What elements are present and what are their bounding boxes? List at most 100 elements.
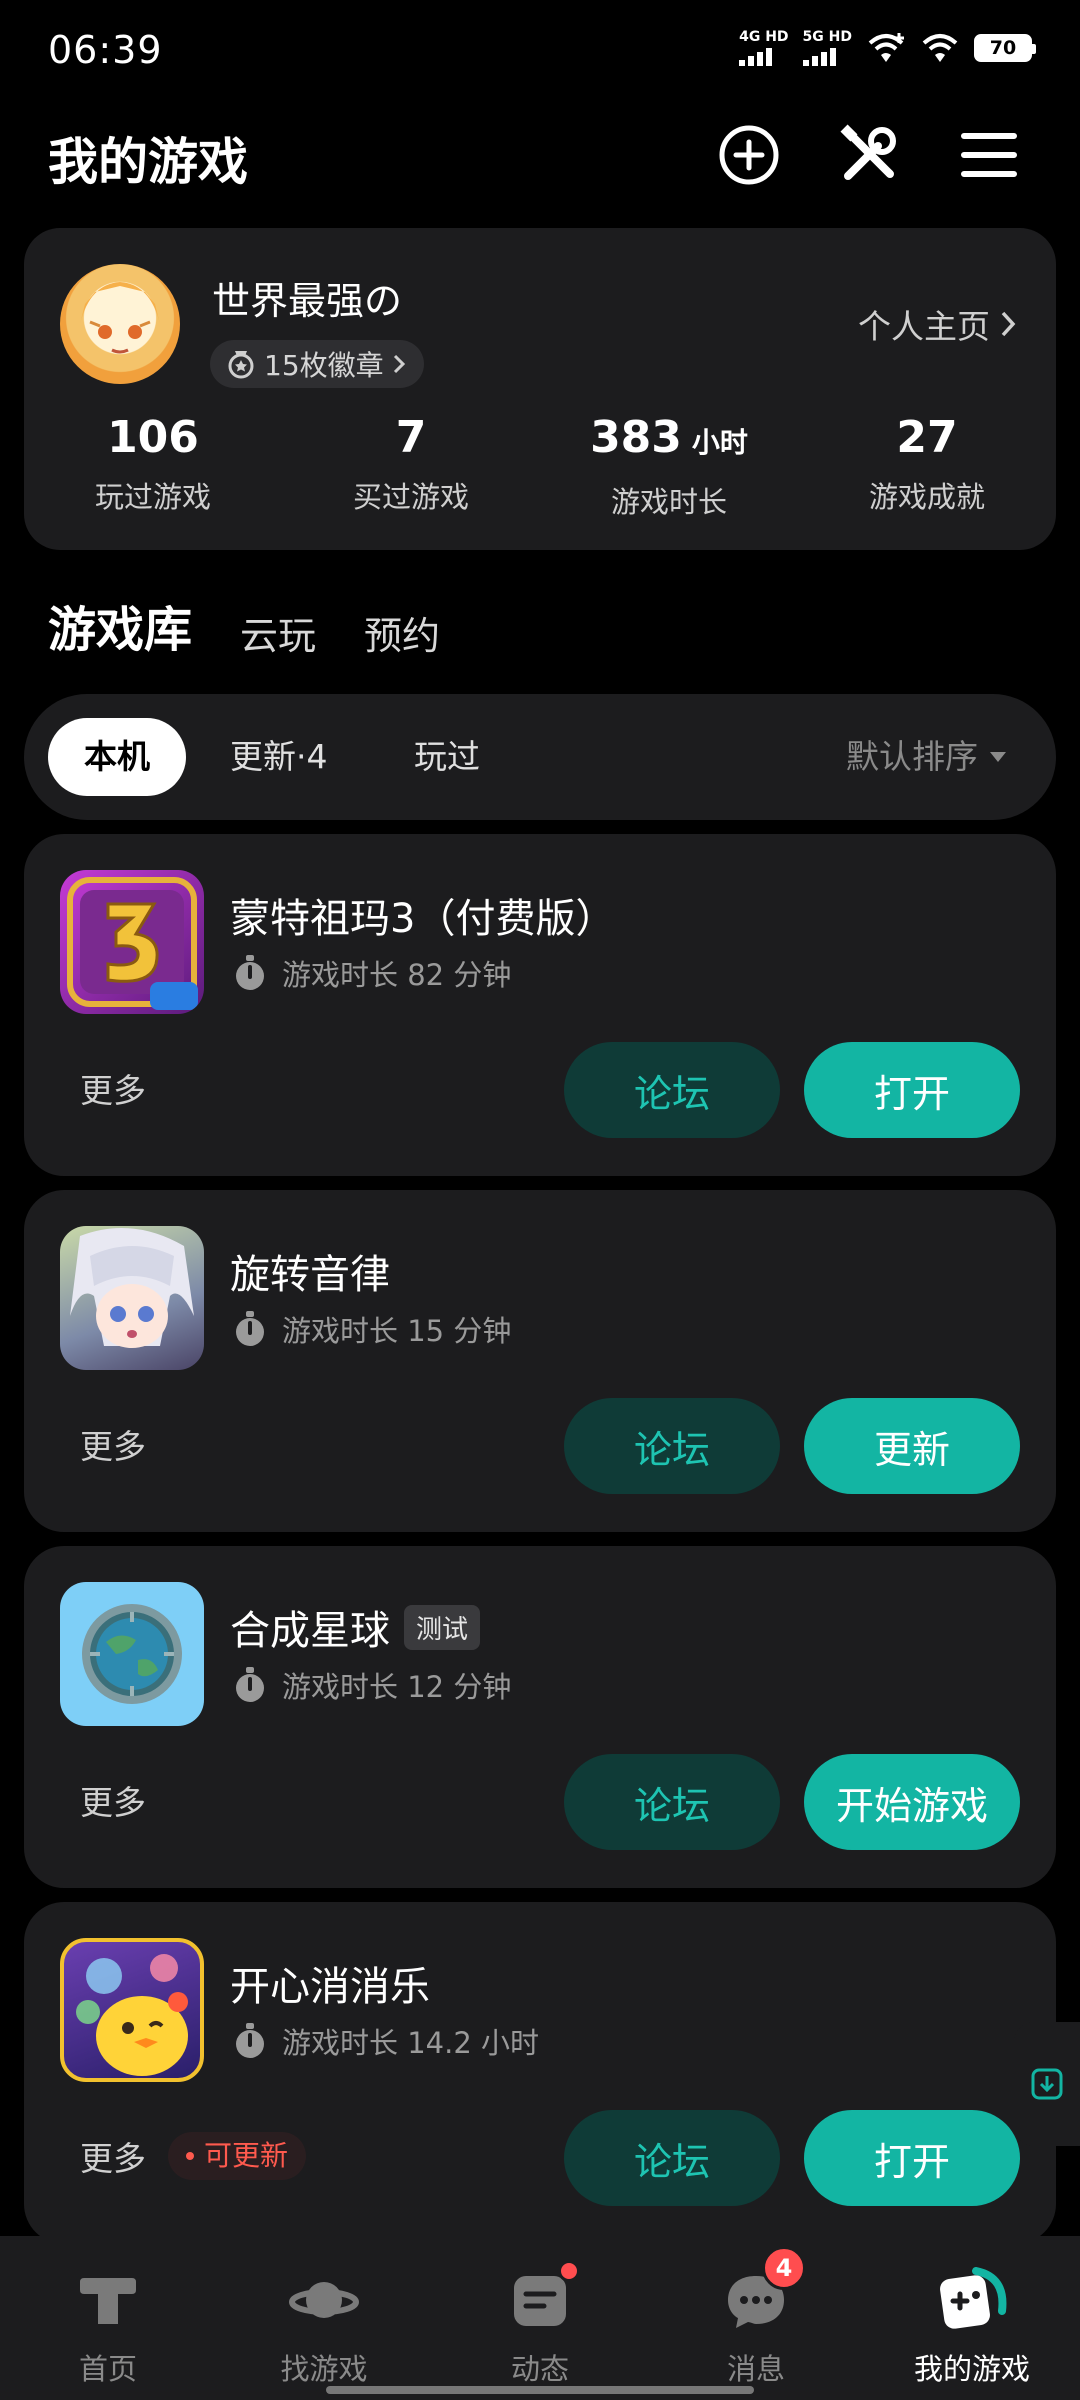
more-label: 更多 xyxy=(80,1071,146,1110)
battery-icon: 70 xyxy=(974,34,1036,62)
net-label-2: 5G HD xyxy=(802,29,852,45)
tab-cloud-play[interactable]: 云玩 xyxy=(240,605,316,660)
stopwatch-icon xyxy=(236,955,264,990)
add-circle-icon[interactable] xyxy=(714,120,784,190)
stat-value: 383 xyxy=(590,412,682,463)
more-label: 更多 xyxy=(80,1427,146,1466)
filter-updates[interactable]: 更新·4 xyxy=(230,718,328,796)
tools-icon[interactable] xyxy=(834,120,904,190)
open-button[interactable]: 打开 xyxy=(804,2110,1020,2206)
more-button[interactable]: 更多 xyxy=(80,1420,146,1468)
playtime-label: 游戏时长 82 分钟 xyxy=(282,958,512,992)
tab-reservations[interactable]: 预约 xyxy=(364,605,440,660)
game-icon-happy-elimination[interactable] xyxy=(60,1938,204,2082)
username: 世界最强の xyxy=(212,279,403,323)
personal-homepage-link[interactable]: 个人主页 xyxy=(858,300,1016,348)
home-icon xyxy=(72,2264,144,2336)
notification-dot xyxy=(558,2260,580,2282)
status-bar: 06:39 4G HD 5G HD 70 xyxy=(0,0,1080,100)
nav-messages[interactable]: 4 消息 xyxy=(648,2236,864,2400)
game-playtime: 游戏时长 14.2 小时 xyxy=(232,2020,539,2062)
test-tag: 测试 xyxy=(404,1604,481,1650)
gamepad-icon xyxy=(936,2264,1008,2336)
more-label: 更多 xyxy=(80,1783,146,1822)
game-name: 蒙特祖玛3（付费版） xyxy=(230,896,616,942)
stat-achievements[interactable]: 27 游戏成就 xyxy=(798,410,1056,521)
game-card[interactable]: 旋转音律 游戏时长 15 分钟 更多 论坛 更新 xyxy=(24,1190,1056,1532)
game-title: 旋转音律 xyxy=(230,1242,390,1300)
game-playtime: 游戏时长 82 分钟 xyxy=(232,952,511,994)
page-title: 我的游戏 xyxy=(48,133,248,191)
badge-count-button[interactable]: 15枚徽章 xyxy=(210,340,424,388)
nav-label: 首页 xyxy=(78,2352,137,2386)
stopwatch-icon xyxy=(236,1311,264,1346)
stat-bought-games[interactable]: 7 买过游戏 xyxy=(282,410,540,521)
open-button[interactable]: 打开 xyxy=(804,1042,1020,1138)
profile-stats: 106 玩过游戏 7 买过游戏 383 小时 游戏时长 27 游戏成就 xyxy=(24,410,1056,521)
forum-button[interactable]: 论坛 xyxy=(564,1754,780,1850)
chevron-right-icon xyxy=(1001,311,1016,337)
game-icon-merge-planet[interactable] xyxy=(60,1582,204,1726)
playtime-label: 游戏时长 15 分钟 xyxy=(282,1314,512,1348)
game-name: 旋转音律 xyxy=(230,1252,390,1298)
signal-5g-icon: 5G HD xyxy=(802,29,852,66)
library-tabs: 游戏库 云玩 预约 xyxy=(48,590,440,660)
stat-label: 游戏时长 xyxy=(610,485,727,519)
nav-label: 我的游戏 xyxy=(913,2352,1030,2386)
update-button[interactable]: 更新 xyxy=(804,1398,1020,1494)
start-game-button[interactable]: 开始游戏 xyxy=(804,1754,1020,1850)
stat-unit: 小时 xyxy=(691,426,748,459)
game-icon-rotating-rhythm[interactable] xyxy=(60,1226,204,1370)
more-button[interactable]: 更多 可更新 xyxy=(80,2132,307,2180)
more-button[interactable]: 更多 xyxy=(80,1776,146,1824)
forum-button[interactable]: 论坛 xyxy=(564,2110,780,2206)
update-available-label: 可更新 xyxy=(204,2139,289,2172)
playtime-label: 游戏时长 12 分钟 xyxy=(282,1670,512,1704)
nav-feed[interactable]: 动态 xyxy=(432,2236,648,2400)
sort-dropdown[interactable]: 默认排序 xyxy=(846,718,1006,796)
forum-button[interactable]: 论坛 xyxy=(564,1398,780,1494)
signal-4g-icon: 4G HD xyxy=(739,30,789,66)
profile-card[interactable]: 世界最强の 15枚徽章 个人主页 106 玩过游戏 7 买过游戏 383 小时 游… xyxy=(24,228,1056,550)
home-indicator xyxy=(326,2386,754,2394)
chevron-right-icon xyxy=(393,354,405,374)
stat-label: 玩过游戏 xyxy=(94,480,211,514)
status-time: 06:39 xyxy=(48,28,163,72)
more-button[interactable]: 更多 xyxy=(80,1064,146,1112)
avatar[interactable] xyxy=(60,264,180,384)
forum-button[interactable]: 论坛 xyxy=(564,1042,780,1138)
message-count-badge: 4 xyxy=(762,2246,806,2290)
tab-game-library[interactable]: 游戏库 xyxy=(48,590,193,660)
filter-played[interactable]: 玩过 xyxy=(414,718,480,796)
game-playtime: 游戏时长 15 分钟 xyxy=(232,1308,511,1350)
game-icon-montezuma[interactable] xyxy=(60,870,204,1014)
game-card[interactable]: 合成星球 测试 游戏时长 12 分钟 更多 论坛 开始游戏 xyxy=(24,1546,1056,1888)
playtime-label: 游戏时长 14.2 小时 xyxy=(282,2026,540,2060)
game-title: 开心消消乐 xyxy=(230,1954,430,2012)
nav-home[interactable]: 首页 xyxy=(0,2236,216,2400)
stat-play-time[interactable]: 383 小时 游戏时长 xyxy=(540,410,798,521)
game-card[interactable]: 开心消消乐 游戏时长 14.2 小时 更多 可更新 论坛 打开 xyxy=(24,1902,1056,2244)
badge-count-label: 15枚徽章 xyxy=(264,349,384,382)
stat-label: 买过游戏 xyxy=(352,480,469,514)
caret-down-icon xyxy=(990,752,1006,762)
game-title: 合成星球 测试 xyxy=(230,1598,481,1656)
update-available-badge: 可更新 xyxy=(168,2132,307,2180)
nav-label: 动态 xyxy=(510,2352,569,2386)
stopwatch-icon xyxy=(236,2023,264,2058)
game-card[interactable]: 蒙特祖玛3（付费版） 游戏时长 82 分钟 更多 论坛 打开 xyxy=(24,834,1056,1176)
download-manager-tab[interactable] xyxy=(1014,2022,1080,2146)
stat-value: 7 xyxy=(395,412,427,463)
filter-local[interactable]: 本机 xyxy=(48,718,186,796)
app-header: 我的游戏 xyxy=(0,110,1080,200)
nav-find-games[interactable]: 找游戏 xyxy=(216,2236,432,2400)
my-games-screen: 06:39 4G HD 5G HD 70 我的游戏 世界最强の 15枚徽章 个人… xyxy=(0,0,1080,2400)
sort-label: 默认排序 xyxy=(846,737,978,776)
game-title: 蒙特祖玛3（付费版） xyxy=(230,886,615,944)
filter-bar: 本机 更新·4 玩过 默认排序 xyxy=(24,694,1056,820)
nav-label: 找游戏 xyxy=(280,2352,368,2386)
download-icon xyxy=(1031,2068,1063,2100)
nav-my-games[interactable]: 我的游戏 xyxy=(864,2236,1080,2400)
stat-played-games[interactable]: 106 玩过游戏 xyxy=(24,410,282,521)
menu-icon[interactable] xyxy=(954,120,1024,190)
